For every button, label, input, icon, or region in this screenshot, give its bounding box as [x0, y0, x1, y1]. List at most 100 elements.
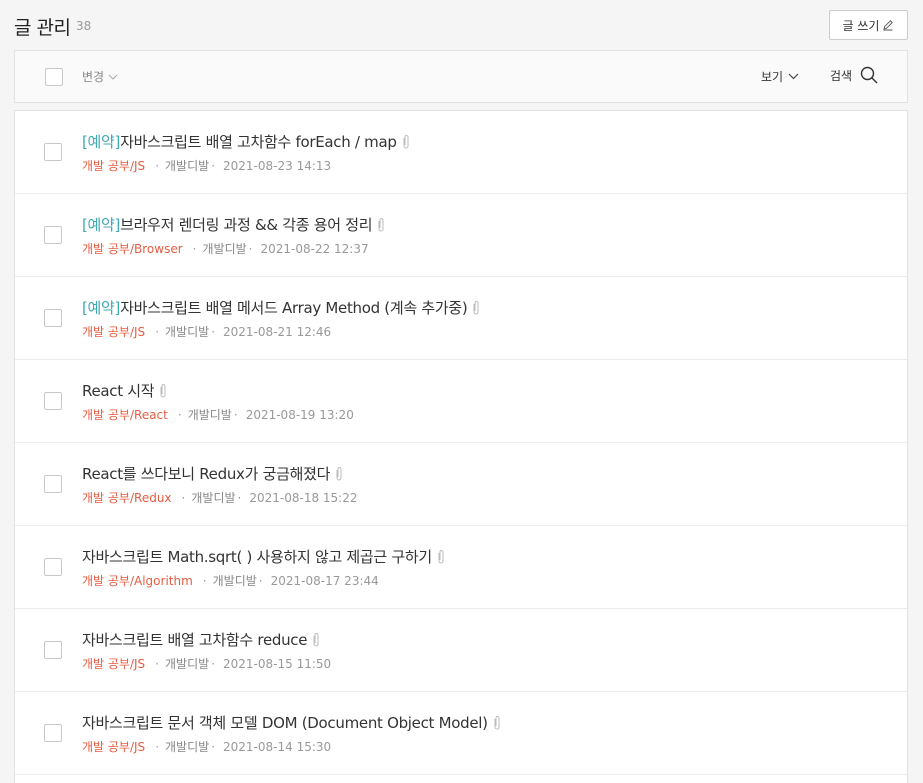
post-title: React를 쓰다보니 Redux가 궁금해졌다: [82, 465, 331, 483]
separator-dot: ·: [211, 739, 216, 754]
post-title-link[interactable]: 자바스크립트 배열 고차함수 reduce: [82, 629, 321, 650]
post-date: 2021-08-23 14:13: [223, 158, 332, 173]
attachment-icon: [492, 715, 502, 731]
post-meta: 개발 공부/JS · 개발디발 · 2021-08-21 12:46: [82, 323, 331, 340]
list-toolbar: 변경 보기 검색: [14, 50, 908, 103]
post-title-link[interactable]: [예약] 자바스크립트 배열 고차함수 forEach / map: [82, 131, 411, 152]
write-post-button[interactable]: 글 쓰기: [829, 10, 908, 40]
separator-dot: ·: [233, 407, 238, 422]
post-title: 자바스크립트 배열 고차함수 reduce: [82, 631, 308, 649]
chevron-down-icon: [108, 74, 118, 80]
post-checkbox[interactable]: [44, 309, 62, 327]
post-meta: 개발 공부/React · 개발디발 · 2021-08-19 13:20: [82, 406, 354, 423]
post-checkbox[interactable]: [44, 724, 62, 742]
post-date: 2021-08-22 12:37: [260, 241, 369, 256]
change-dropdown[interactable]: 변경: [82, 68, 118, 85]
page-title: 글 관리: [14, 17, 71, 39]
post-category[interactable]: 개발 공부/JS: [82, 655, 145, 672]
post-author: 개발디발: [165, 159, 210, 173]
post-title-link[interactable]: [예약] 자바스크립트 배열 메서드 Array Method (계속 추가중): [82, 297, 481, 318]
attachment-icon: [311, 632, 321, 648]
separator-dot: ·: [237, 490, 242, 505]
separator-dot: ·: [155, 324, 160, 339]
write-post-label: 글 쓰기: [842, 18, 880, 33]
view-label: 보기: [761, 70, 784, 84]
post-meta: 개발 공부/JS · 개발디발 · 2021-08-23 14:13: [82, 157, 331, 174]
separator-dot: ·: [258, 573, 263, 588]
post-row: 자바스크립트 배열 고차함수 reduce 개발 공부/JS · 개발디발 · 2021-…: [15, 609, 907, 692]
post-checkbox[interactable]: [44, 475, 62, 493]
post-title: 자바스크립트 Math.sqrt( ) 사용하지 않고 제곱근 구하기: [82, 548, 432, 566]
separator-dot: ·: [155, 158, 160, 173]
post-row: 자바스크립트 Math.sqrt( ) 사용하지 않고 제곱근 구하기개발 공부…: [15, 526, 907, 609]
post-title-link[interactable]: React 시작: [82, 380, 168, 401]
post-category[interactable]: 개발 공부/JS: [82, 323, 145, 340]
separator-dot: ·: [192, 241, 197, 256]
post-date: 2021-08-19 13:20: [245, 407, 354, 422]
post-meta: 개발 공부/JS · 개발디발 · 2021-08-14 15:30: [82, 738, 331, 755]
separator-dot: ·: [211, 656, 216, 671]
post-author: 개발디발: [187, 408, 232, 422]
post-row: [예약] 자바스크립트 배열 고차함수 forEach / map 개발 공부/JS…: [15, 111, 907, 194]
post-author: 개발디발: [202, 242, 247, 256]
post-meta: 개발 공부/JS · 개발디발 · 2021-08-15 11:50: [82, 655, 331, 672]
reserved-tag: [예약]: [82, 133, 121, 151]
post-category[interactable]: 개발 공부/JS: [82, 738, 145, 755]
post-checkbox[interactable]: [44, 392, 62, 410]
post-row: React 시작 개발 공부/React · 개발디발 · 2021-08-19 13:2…: [15, 360, 907, 443]
change-label: 변경: [82, 70, 105, 84]
separator-dot: ·: [177, 407, 182, 422]
post-title: 자바스크립트 문서 객체 모델 DOM (Document Object Mod…: [82, 714, 488, 732]
post-category[interactable]: 개발 공부/Redux: [82, 489, 172, 506]
reserved-tag: [예약]: [82, 299, 121, 317]
post-date: 2021-08-21 12:46: [223, 324, 332, 339]
post-title-link[interactable]: React를 쓰다보니 Redux가 궁금해졌다: [82, 463, 344, 484]
post-date: 2021-08-14 15:30: [223, 739, 332, 754]
attachment-icon: [334, 466, 344, 482]
separator-dot: ·: [155, 739, 160, 754]
post-list: [예약] 자바스크립트 배열 고차함수 forEach / map 개발 공부/JS…: [14, 110, 908, 783]
post-category[interactable]: 개발 공부/Browser: [82, 240, 183, 257]
post-category[interactable]: 개발 공부/React: [82, 406, 168, 423]
post-author: 개발디발: [165, 740, 210, 754]
chevron-down-icon: [788, 73, 799, 80]
post-title: 자바스크립트 배열 메서드 Array Method (계속 추가중): [120, 299, 468, 317]
attachment-icon: [401, 134, 411, 150]
post-checkbox[interactable]: [44, 226, 62, 244]
reserved-tag: [예약]: [82, 216, 121, 234]
separator-dot: ·: [202, 573, 207, 588]
separator-dot: ·: [211, 324, 216, 339]
search-label: 검색: [830, 68, 853, 83]
separator-dot: ·: [211, 158, 216, 173]
post-author: 개발디발: [212, 574, 257, 588]
select-all-checkbox[interactable]: [45, 68, 63, 86]
post-row: [예약] 자바스크립트 배열 메서드 Array Method (계속 추가중) 개…: [15, 277, 907, 360]
separator-dot: ·: [248, 241, 253, 256]
post-count: 38: [76, 19, 92, 33]
search-icon: [860, 66, 878, 84]
post-category[interactable]: 개발 공부/Algorithm: [82, 572, 193, 589]
post-title: 브라우저 렌더링 과정 && 각종 용어 정리: [120, 216, 373, 234]
attachment-icon: [436, 549, 446, 565]
post-title-link[interactable]: [예약] 브라우저 렌더링 과정 && 각종 용어 정리: [82, 214, 386, 235]
post-row: React를 쓰다보니 Redux가 궁금해졌다 개발 공부/Redux · 개발디발…: [15, 443, 907, 526]
post-title-link[interactable]: 자바스크립트 Math.sqrt( ) 사용하지 않고 제곱근 구하기: [82, 546, 446, 567]
post-checkbox[interactable]: [44, 143, 62, 161]
post-meta: 개발 공부/Browser · 개발디발 · 2021-08-22 12:37: [82, 240, 369, 257]
post-row: 자바스크립트 문서 객체 모델 DOM (Document Object Mod…: [15, 692, 907, 775]
post-category[interactable]: 개발 공부/JS: [82, 157, 145, 174]
post-title: React 시작: [82, 382, 155, 400]
post-title: 자바스크립트 배열 고차함수 forEach / map: [120, 133, 397, 151]
separator-dot: ·: [181, 490, 186, 505]
attachment-icon: [158, 383, 168, 399]
separator-dot: ·: [155, 656, 160, 671]
post-title-link[interactable]: 자바스크립트 문서 객체 모델 DOM (Document Object Mod…: [82, 712, 502, 733]
view-dropdown[interactable]: 보기: [761, 68, 799, 85]
post-checkbox[interactable]: [44, 558, 62, 576]
post-meta: 개발 공부/Algorithm · 개발디발 · 2021-08-17 23:44: [82, 572, 379, 589]
search-button[interactable]: 검색: [830, 66, 878, 84]
post-date: 2021-08-18 15:22: [249, 490, 358, 505]
post-checkbox[interactable]: [44, 641, 62, 659]
post-author: 개발디발: [165, 325, 210, 339]
page-header: 글 관리 38 글 쓰기: [14, 10, 908, 42]
